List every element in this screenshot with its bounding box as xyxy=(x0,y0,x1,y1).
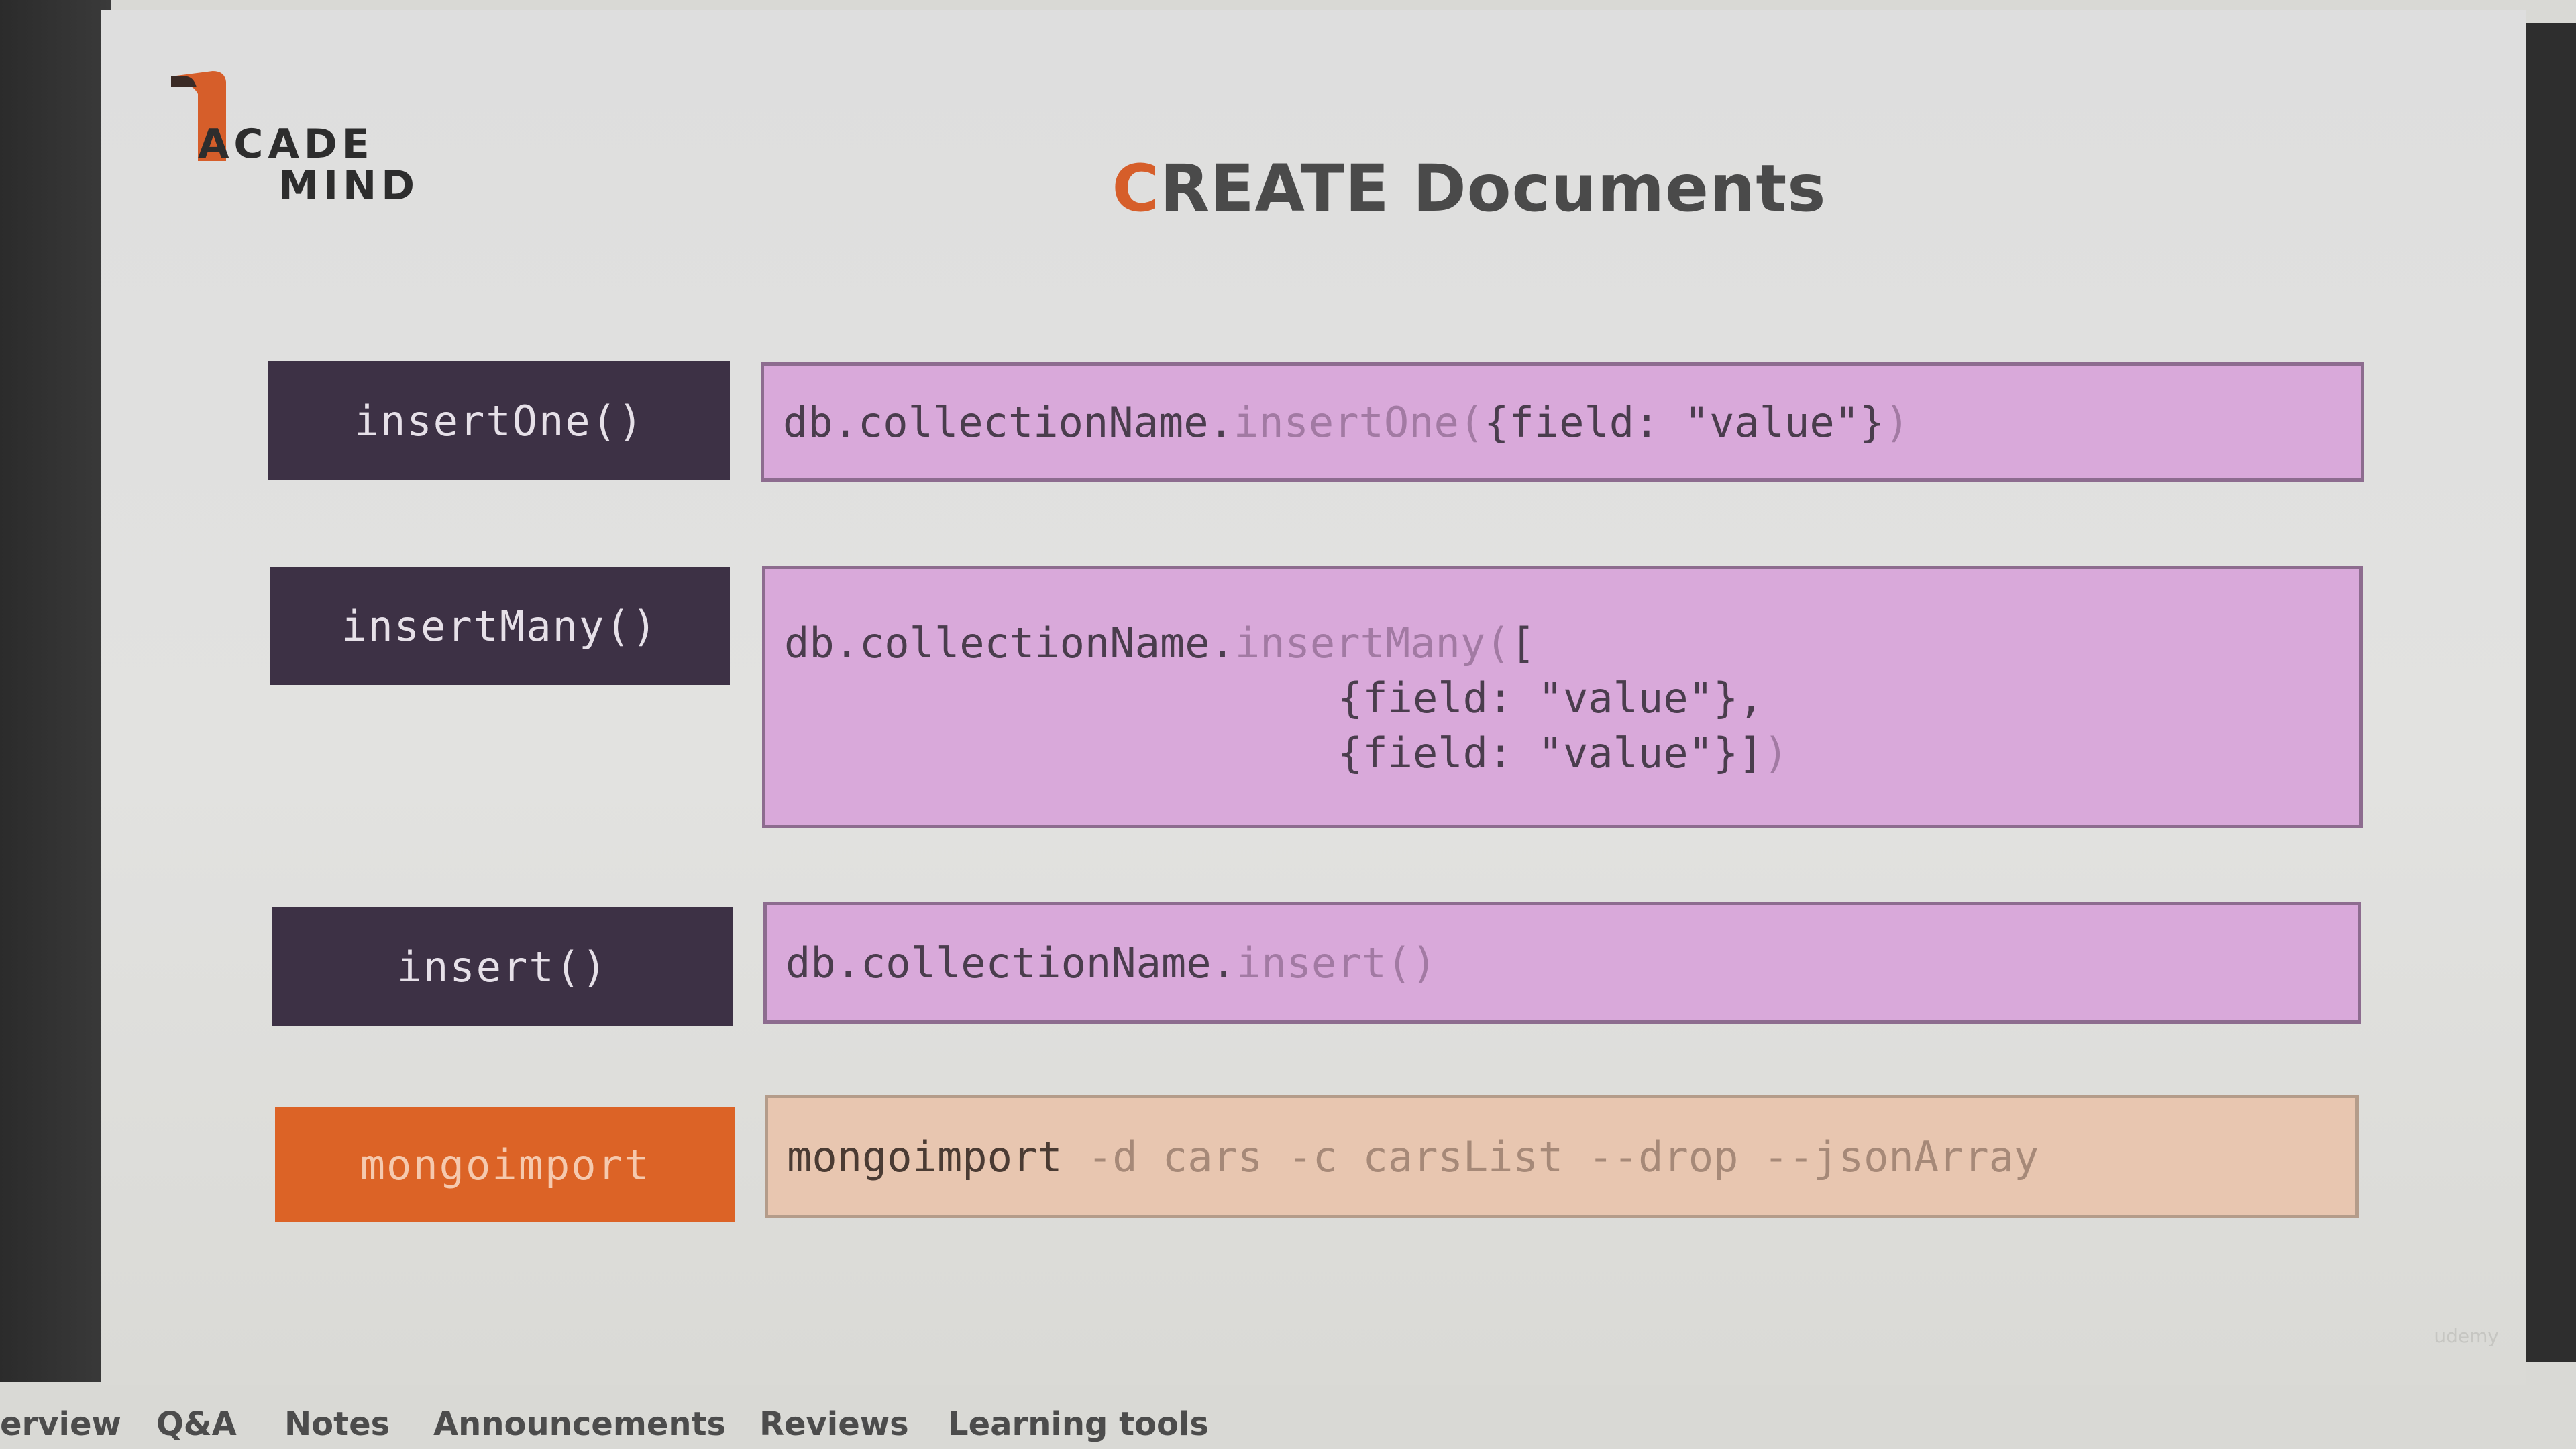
mongoimport-code: mongoimport -d cars -c carsList --drop -… xyxy=(765,1095,2359,1218)
mongoimport-prefix: mongoimport xyxy=(787,1132,1087,1181)
mongoimport-label: mongoimport xyxy=(275,1107,735,1222)
udemy-watermark: udemy xyxy=(2434,1325,2499,1347)
insert-label: insert() xyxy=(272,907,733,1026)
insert-method: insert() xyxy=(1236,938,1437,987)
tab-announcements[interactable]: Announcements xyxy=(433,1405,726,1443)
insertone-method: insertOne( xyxy=(1233,397,1485,447)
tab-notes[interactable]: Notes xyxy=(284,1405,390,1443)
insertmany-method: insertMany( xyxy=(1234,619,1511,667)
tab-learning-tools[interactable]: Learning tools xyxy=(948,1405,1209,1443)
insertmany-line3: {field: "value"}] xyxy=(1338,729,1764,777)
insertone-label: insertOne() xyxy=(268,361,730,480)
insert-code: db.collectionName. insert() xyxy=(763,902,2361,1024)
mongoimport-flags: -d cars -c carsList --drop --jsonArray xyxy=(1087,1132,2039,1181)
insertone-args: {field: "value"} xyxy=(1484,397,1885,447)
insertone-prefix: db.collectionName. xyxy=(783,397,1234,447)
course-tabs: erview Q&A Notes Announcements Reviews L… xyxy=(0,1405,2576,1449)
insertmany-line2: {field: "value"}, xyxy=(1338,674,1764,722)
slide-title: CREATE Documents xyxy=(0,151,2576,226)
insertmany-open: [ xyxy=(1510,619,1536,667)
insertmany-code: db.collectionName.insertMany([ {field: "v… xyxy=(762,566,2363,828)
tab-qa[interactable]: Q&A xyxy=(156,1405,237,1443)
insertmany-line3-suffix: ) xyxy=(1763,729,1788,777)
insert-prefix: db.collectionName. xyxy=(786,938,1236,987)
tab-overview[interactable]: erview xyxy=(0,1405,121,1443)
title-rest: REATE Documents xyxy=(1160,151,1827,226)
insertone-suffix: ) xyxy=(1884,397,1910,447)
insertmany-label: insertMany() xyxy=(270,567,730,685)
insertone-code: db.collectionName. insertOne({field: "val… xyxy=(761,362,2364,482)
insertmany-prefix: db.collectionName. xyxy=(784,619,1235,667)
title-accent-letter: C xyxy=(1112,151,1161,226)
tab-reviews[interactable]: Reviews xyxy=(759,1405,909,1443)
